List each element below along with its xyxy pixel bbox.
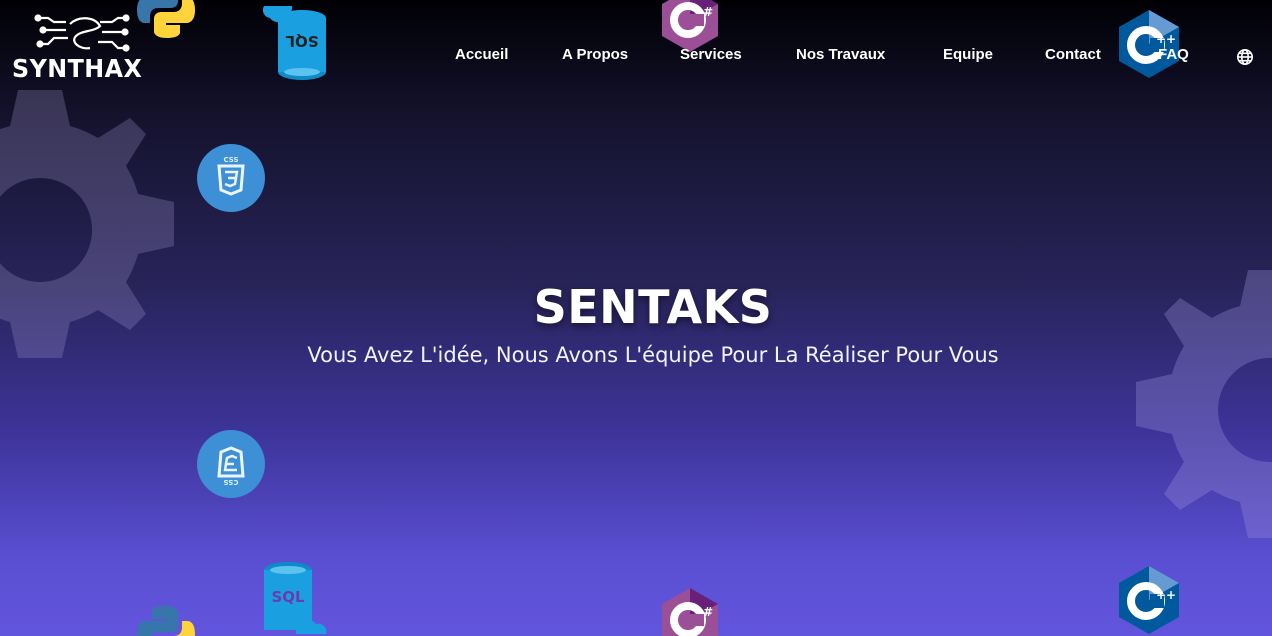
top-navigation: SYNTHAX Accueil A Propos Services Nos Tr… xyxy=(0,0,1272,110)
csharp-icon-bottom: # xyxy=(662,588,718,636)
nav-item-nos-travaux[interactable]: Nos Travaux xyxy=(796,46,885,63)
nav-item-contact[interactable]: Contact xyxy=(1045,46,1101,63)
nav-item-faq[interactable]: FAQ xyxy=(1158,46,1189,63)
svg-text:++: ++ xyxy=(1156,588,1176,602)
gear-decoration-left xyxy=(0,90,174,358)
css3-icon: CSS xyxy=(197,144,265,212)
hero-subtitle: Vous Avez L'idée, Nous Avons L'équipe Po… xyxy=(307,343,999,367)
globe-icon[interactable] xyxy=(1236,48,1254,66)
svg-text:CSS: CSS xyxy=(223,478,238,486)
svg-text:#: # xyxy=(703,605,713,619)
python-icon-bottom xyxy=(137,606,195,636)
hero-title: SENTAKS xyxy=(533,280,773,334)
cpp-icon-bottom: ++ xyxy=(1119,566,1179,634)
svg-text:SQL: SQL xyxy=(271,588,305,606)
svg-text:CSS: CSS xyxy=(223,156,238,164)
nav-menu: Accueil A Propos Services Nos Travaux Eq… xyxy=(0,46,1272,70)
nav-item-accueil[interactable]: Accueil xyxy=(455,46,508,63)
sql-database-icon-bottom: SQL xyxy=(264,562,327,634)
nav-item-a-propos[interactable]: A Propos xyxy=(562,46,628,63)
nav-item-services[interactable]: Services xyxy=(680,46,742,63)
nav-item-equipe[interactable]: Equipe xyxy=(943,46,993,63)
css3-icon-inverted: CSS xyxy=(197,430,265,498)
